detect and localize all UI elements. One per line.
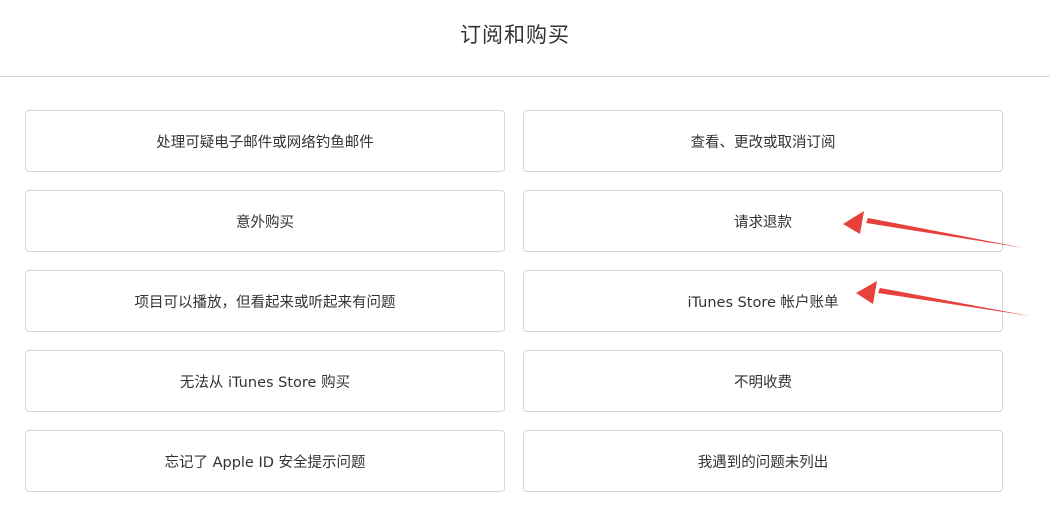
page-title: 订阅和购买: [460, 23, 570, 47]
option-issue-not-listed[interactable]: 我遇到的问题未列出: [523, 430, 1003, 492]
option-unknown-charges[interactable]: 不明收费: [523, 350, 1003, 412]
option-itunes-billing[interactable]: iTunes Store 帐户账单: [523, 270, 1003, 332]
option-accidental-purchase[interactable]: 意外购买: [25, 190, 505, 252]
page-header: 订阅和购买: [0, 0, 1050, 77]
option-playback-problem[interactable]: 项目可以播放，但看起来或听起来有问题: [25, 270, 505, 332]
option-cannot-purchase[interactable]: 无法从 iTunes Store 购买: [25, 350, 505, 412]
option-request-refund[interactable]: 请求退款: [523, 190, 1003, 252]
option-manage-subscriptions[interactable]: 查看、更改或取消订阅: [523, 110, 1003, 172]
option-forgot-security-questions[interactable]: 忘记了 Apple ID 安全提示问题: [25, 430, 505, 492]
option-phishing-email[interactable]: 处理可疑电子邮件或网络钓鱼邮件: [25, 110, 505, 172]
